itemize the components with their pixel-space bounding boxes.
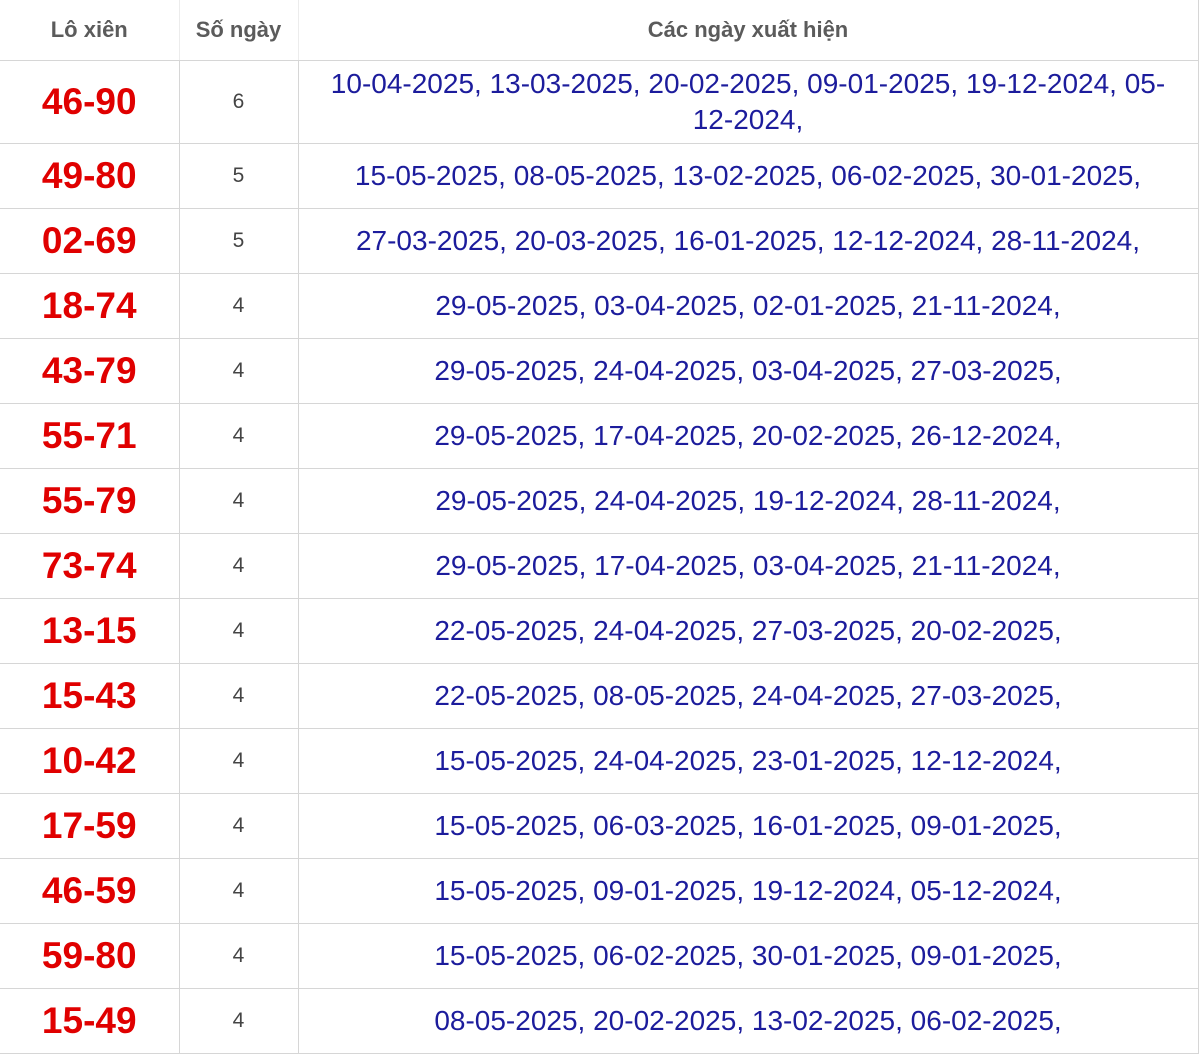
pair-cell: 15-43: [0, 663, 180, 729]
table-body: 46-90 6 10-04-2025, 13-03-2025, 20-02-2025…: [0, 60, 1199, 1054]
dates-cell: 29-05-2025, 03-04-2025, 02-01-2025, 21-1…: [298, 273, 1199, 339]
table-row: 46-59 4 15-05-2025, 09-01-2025, 19-12-2024…: [0, 858, 1199, 924]
pair-cell: 02-69: [0, 208, 180, 274]
header-count: Số ngày: [179, 0, 299, 61]
table-row: 46-90 6 10-04-2025, 13-03-2025, 20-02-2025…: [0, 60, 1199, 144]
count-cell: 4: [179, 923, 299, 989]
table-row: 59-80 4 15-05-2025, 06-02-2025, 30-01-2025…: [0, 923, 1199, 989]
pair-cell: 15-49: [0, 988, 180, 1054]
lottery-pairs-table-container: Lô xiên Số ngày Các ngày xuất hiện 46-90…: [0, 0, 1199, 1054]
dates-cell: 08-05-2025, 20-02-2025, 13-02-2025, 06-0…: [298, 988, 1199, 1054]
pair-cell: 17-59: [0, 793, 180, 859]
count-cell: 4: [179, 533, 299, 599]
pair-cell: 46-90: [0, 60, 180, 144]
count-cell: 5: [179, 143, 299, 209]
dates-cell: 10-04-2025, 13-03-2025, 20-02-2025, 09-0…: [298, 60, 1199, 144]
dates-cell: 15-05-2025, 06-03-2025, 16-01-2025, 09-0…: [298, 793, 1199, 859]
dates-cell: 15-05-2025, 08-05-2025, 13-02-2025, 06-0…: [298, 143, 1199, 209]
dates-cell: 29-05-2025, 24-04-2025, 03-04-2025, 27-0…: [298, 338, 1199, 404]
dates-cell: 29-05-2025, 24-04-2025, 19-12-2024, 28-1…: [298, 468, 1199, 534]
table-row: 15-49 4 08-05-2025, 20-02-2025, 13-02-2025…: [0, 988, 1199, 1054]
count-cell: 4: [179, 728, 299, 794]
dates-cell: 29-05-2025, 17-04-2025, 03-04-2025, 21-1…: [298, 533, 1199, 599]
pair-cell: 43-79: [0, 338, 180, 404]
table-row: 55-71 4 29-05-2025, 17-04-2025, 20-02-2025…: [0, 403, 1199, 469]
table-row: 13-15 4 22-05-2025, 24-04-2025, 27-03-2025…: [0, 598, 1199, 664]
count-cell: 4: [179, 273, 299, 339]
count-cell: 4: [179, 338, 299, 404]
count-cell: 4: [179, 403, 299, 469]
count-cell: 6: [179, 60, 299, 144]
count-cell: 5: [179, 208, 299, 274]
table-row: 18-74 4 29-05-2025, 03-04-2025, 02-01-2025…: [0, 273, 1199, 339]
header-row: Lô xiên Số ngày Các ngày xuất hiện: [0, 0, 1199, 61]
table-row: 15-43 4 22-05-2025, 08-05-2025, 24-04-2025…: [0, 663, 1199, 729]
pair-cell: 55-79: [0, 468, 180, 534]
pair-cell: 18-74: [0, 273, 180, 339]
pair-cell: 49-80: [0, 143, 180, 209]
dates-cell: 27-03-2025, 20-03-2025, 16-01-2025, 12-1…: [298, 208, 1199, 274]
count-cell: 4: [179, 468, 299, 534]
pair-cell: 13-15: [0, 598, 180, 664]
header-dates: Các ngày xuất hiện: [298, 0, 1199, 61]
pair-cell: 10-42: [0, 728, 180, 794]
dates-cell: 22-05-2025, 24-04-2025, 27-03-2025, 20-0…: [298, 598, 1199, 664]
dates-cell: 29-05-2025, 17-04-2025, 20-02-2025, 26-1…: [298, 403, 1199, 469]
count-cell: 4: [179, 663, 299, 729]
pair-cell: 55-71: [0, 403, 180, 469]
dates-cell: 15-05-2025, 09-01-2025, 19-12-2024, 05-1…: [298, 858, 1199, 924]
table-row: 10-42 4 15-05-2025, 24-04-2025, 23-01-2025…: [0, 728, 1199, 794]
table-row: 02-69 5 27-03-2025, 20-03-2025, 16-01-2025…: [0, 208, 1199, 274]
count-cell: 4: [179, 793, 299, 859]
table-row: 55-79 4 29-05-2025, 24-04-2025, 19-12-2024…: [0, 468, 1199, 534]
dates-cell: 15-05-2025, 24-04-2025, 23-01-2025, 12-1…: [298, 728, 1199, 794]
table-row: 49-80 5 15-05-2025, 08-05-2025, 13-02-2025…: [0, 143, 1199, 209]
count-cell: 4: [179, 858, 299, 924]
pair-cell: 46-59: [0, 858, 180, 924]
pair-cell: 59-80: [0, 923, 180, 989]
header-pair: Lô xiên: [0, 0, 180, 61]
table-header: Lô xiên Số ngày Các ngày xuất hiện: [0, 0, 1199, 61]
dates-cell: 22-05-2025, 08-05-2025, 24-04-2025, 27-0…: [298, 663, 1199, 729]
dates-cell: 15-05-2025, 06-02-2025, 30-01-2025, 09-0…: [298, 923, 1199, 989]
lottery-pairs-table: Lô xiên Số ngày Các ngày xuất hiện 46-90…: [0, 0, 1199, 1054]
table-row: 17-59 4 15-05-2025, 06-03-2025, 16-01-2025…: [0, 793, 1199, 859]
count-cell: 4: [179, 988, 299, 1054]
table-row: 73-74 4 29-05-2025, 17-04-2025, 03-04-2025…: [0, 533, 1199, 599]
pair-cell: 73-74: [0, 533, 180, 599]
table-row: 43-79 4 29-05-2025, 24-04-2025, 03-04-2025…: [0, 338, 1199, 404]
count-cell: 4: [179, 598, 299, 664]
